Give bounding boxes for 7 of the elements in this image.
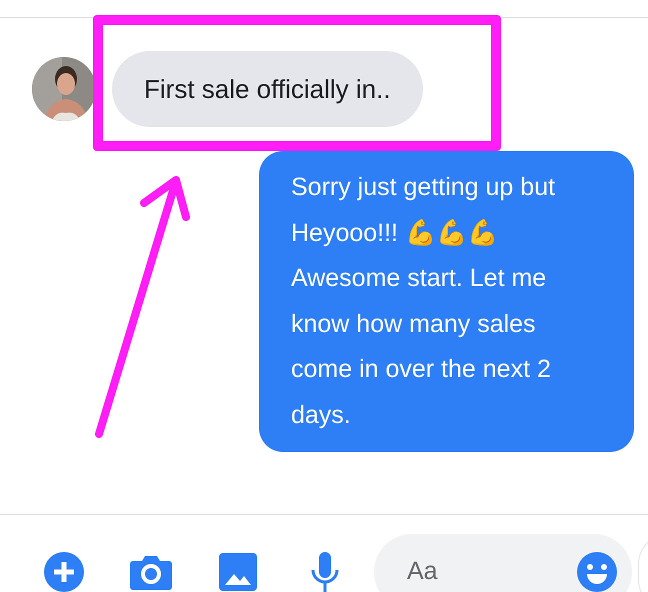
smiley-icon[interactable]	[576, 550, 618, 592]
message-bubble: Sorry just getting up but Heyooo!!! 💪💪💪 Awesome start. Let me know how many sales come in over the next 2 days.	[259, 151, 634, 452]
microphone-icon[interactable]	[310, 552, 340, 592]
plus-icon[interactable]	[43, 550, 85, 592]
image-icon[interactable]	[219, 552, 257, 590]
message-bubble: First sale officially in..	[112, 51, 423, 127]
message-field[interactable]: Aa	[374, 534, 632, 592]
